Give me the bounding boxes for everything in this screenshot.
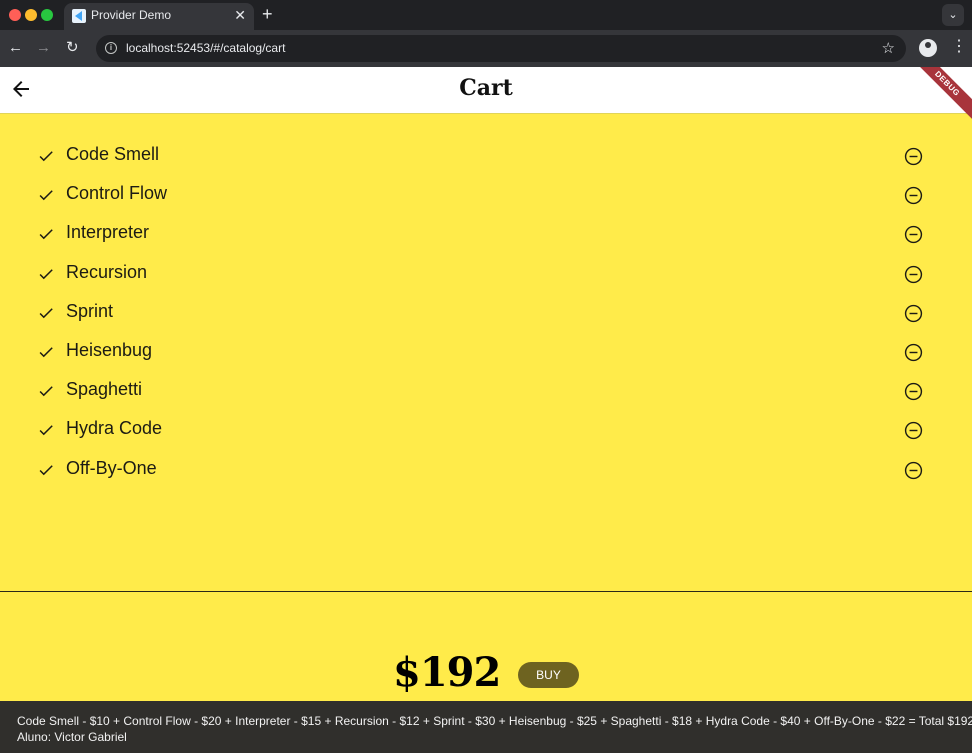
browser-forward-icon[interactable]: →: [36, 38, 51, 58]
cart-item: Code Smell: [0, 139, 972, 178]
cart-item-name: Hydra Code: [66, 418, 163, 439]
remove-circle-icon[interactable]: [904, 147, 923, 166]
price-summary-text: Code Smell - $10 + Control Flow - $20 + …: [17, 714, 972, 728]
check-icon: [39, 425, 53, 436]
remove-circle-icon[interactable]: [904, 421, 923, 440]
maximize-window-button[interactable]: [41, 9, 53, 21]
cart-item-name: Code Smell: [66, 144, 160, 164]
app-bar: Cart DEBUG: [0, 67, 972, 128]
app-viewport: Cart DEBUG Code Smell Control Flow Inter…: [0, 67, 972, 753]
cart-item: Control Flow: [0, 178, 972, 217]
site-info-icon[interactable]: i: [105, 42, 117, 54]
footer-summary: Code Smell - $10 + Control Flow - $20 + …: [0, 701, 972, 753]
cart-item-name: Control Flow: [66, 183, 168, 204]
address-bar[interactable]: i localhost:52453/#/catalog/cart ☆: [96, 35, 906, 62]
tab-title: Provider Demo: [91, 8, 172, 22]
remove-circle-icon[interactable]: [904, 382, 923, 401]
browser-back-icon[interactable]: ←: [8, 38, 23, 58]
remove-circle-icon[interactable]: [904, 225, 923, 244]
cart-item: Interpreter: [0, 217, 972, 256]
browser-toolbar: ← → ↻ i localhost:52453/#/catalog/cart ☆…: [0, 30, 972, 67]
check-icon: [39, 268, 53, 279]
check-icon: [39, 190, 53, 201]
cart-item: Sprint: [0, 296, 972, 335]
buy-button[interactable]: BUY: [518, 662, 579, 688]
cart-item: Off-By-One: [0, 453, 972, 492]
tab-search-button[interactable]: ⌄: [942, 4, 964, 26]
close-window-button[interactable]: [9, 9, 21, 21]
remove-circle-icon[interactable]: [904, 343, 923, 362]
browser-menu-icon[interactable]: ⋮: [951, 37, 967, 57]
remove-circle-icon[interactable]: [904, 304, 923, 323]
remove-circle-icon[interactable]: [904, 186, 923, 205]
tab-close-icon[interactable]: ✕: [234, 6, 246, 24]
remove-circle-icon[interactable]: [904, 461, 923, 480]
check-icon: [39, 307, 53, 318]
cart-total: $192: [393, 649, 501, 696]
check-icon: [39, 464, 53, 475]
check-icon: [39, 347, 53, 358]
remove-circle-icon[interactable]: [904, 265, 923, 284]
reload-icon[interactable]: ↻: [66, 38, 79, 58]
check-icon: [39, 151, 53, 162]
minimize-window-button[interactable]: [25, 9, 37, 21]
cart-item-name: Off-By-One: [66, 457, 157, 478]
cart-item-name: Interpreter: [66, 222, 150, 243]
flutter-favicon-icon: [72, 9, 86, 23]
browser-tab[interactable]: Provider Demo ✕: [64, 3, 254, 30]
check-icon: [39, 229, 53, 240]
cart-item-name: Heisenbug: [66, 339, 153, 360]
cart-item: Heisenbug: [0, 335, 972, 374]
profile-icon[interactable]: [919, 39, 937, 57]
cart-divider: [0, 591, 972, 592]
page-title: Cart: [459, 75, 513, 101]
check-icon: [39, 386, 53, 397]
author-text: Aluno: Victor Gabriel: [17, 730, 127, 744]
browser-tab-strip: Provider Demo ✕ + ⌄: [0, 0, 972, 30]
cart-item: Recursion: [0, 257, 972, 296]
cart-item-name: Spaghetti: [66, 379, 143, 400]
url-text[interactable]: localhost:52453/#/catalog/cart: [126, 41, 285, 55]
new-tab-button[interactable]: +: [262, 4, 273, 24]
cart-list: Code Smell Control Flow Interpreter Recu…: [0, 139, 972, 492]
cart-item-name: Sprint: [66, 300, 114, 321]
cart-item: Hydra Code: [0, 413, 972, 452]
cart-item-name: Recursion: [66, 261, 148, 282]
cart-item: Spaghetti: [0, 374, 972, 413]
bookmark-star-icon[interactable]: ☆: [882, 39, 895, 57]
